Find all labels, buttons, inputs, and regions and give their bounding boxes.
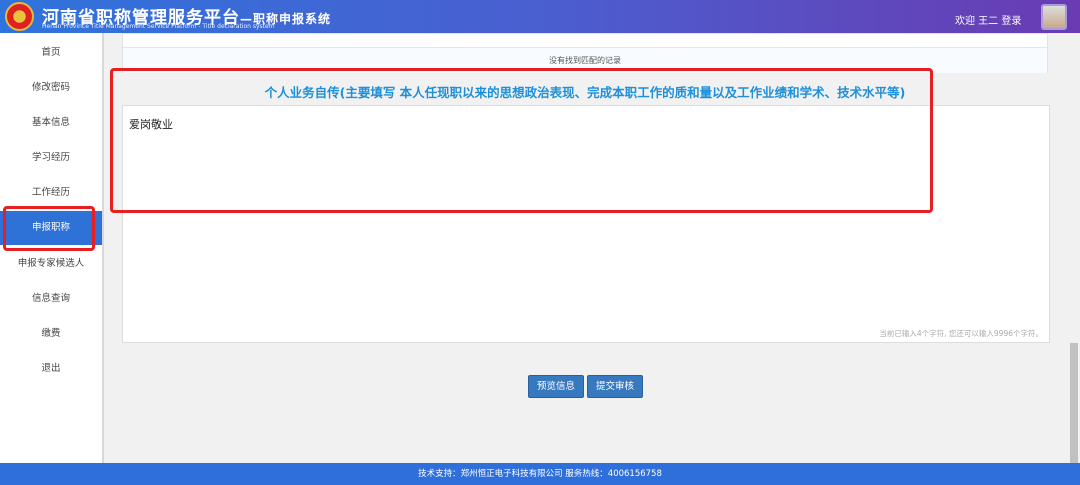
sidebar: 首页 修改密码 基本信息 学习经历 工作经历 申报职称 申报专家候选人 信息查询… bbox=[0, 33, 104, 463]
table-empty-message: 没有找到匹配的记录 bbox=[123, 48, 1047, 73]
submit-review-button[interactable]: 提交审核 bbox=[587, 375, 643, 398]
sidebar-item-basic-info[interactable]: 基本信息 bbox=[0, 106, 102, 140]
scrollbar-thumb[interactable] bbox=[1070, 343, 1078, 463]
sidebar-item-education[interactable]: 学习经历 bbox=[0, 141, 102, 175]
records-table: 没有找到匹配的记录 bbox=[122, 33, 1048, 73]
scrollbar[interactable] bbox=[1068, 33, 1080, 463]
welcome-text: 欢迎 王二 登录 bbox=[955, 16, 1022, 27]
header: 河南省职称管理服务平台—职称申报系统 Henan Province Title … bbox=[0, 0, 1080, 33]
sidebar-item-home[interactable]: 首页 bbox=[0, 36, 102, 70]
textarea-value: 爱岗敬业 bbox=[129, 118, 173, 131]
sidebar-item-work-history[interactable]: 工作经历 bbox=[0, 176, 102, 210]
sidebar-item-logout[interactable]: 退出 bbox=[0, 352, 102, 386]
sidebar-item-expert-candidate[interactable]: 申报专家候选人 bbox=[0, 247, 102, 281]
sidebar-item-info-query[interactable]: 信息查询 bbox=[0, 282, 102, 316]
preview-button[interactable]: 预览信息 bbox=[528, 375, 584, 398]
avatar[interactable] bbox=[1041, 4, 1067, 30]
autobiography-textarea[interactable]: 爱岗敬业 当前已输入4个字符, 您还可以输入9996个字符。 bbox=[122, 105, 1050, 343]
sidebar-item-apply-title[interactable]: 申报职称 bbox=[0, 211, 102, 245]
sidebar-item-change-password[interactable]: 修改密码 bbox=[0, 71, 102, 105]
sidebar-item-payment[interactable]: 缴费 bbox=[0, 317, 102, 351]
table-row bbox=[123, 34, 1047, 48]
section-heading: 个人业务自传(主要填写 本人任现职以来的思想政治表现、完成本职工作的质和量以及工… bbox=[264, 85, 906, 100]
char-counter: 当前已输入4个字符, 您还可以输入9996个字符。 bbox=[879, 329, 1043, 338]
app-subtitle: Henan Province Title Management Service … bbox=[42, 23, 275, 30]
national-emblem-logo bbox=[5, 2, 34, 31]
footer: 技术支持：郑州恒正电子科技有限公司 服务热线：4006156758 bbox=[0, 463, 1080, 485]
